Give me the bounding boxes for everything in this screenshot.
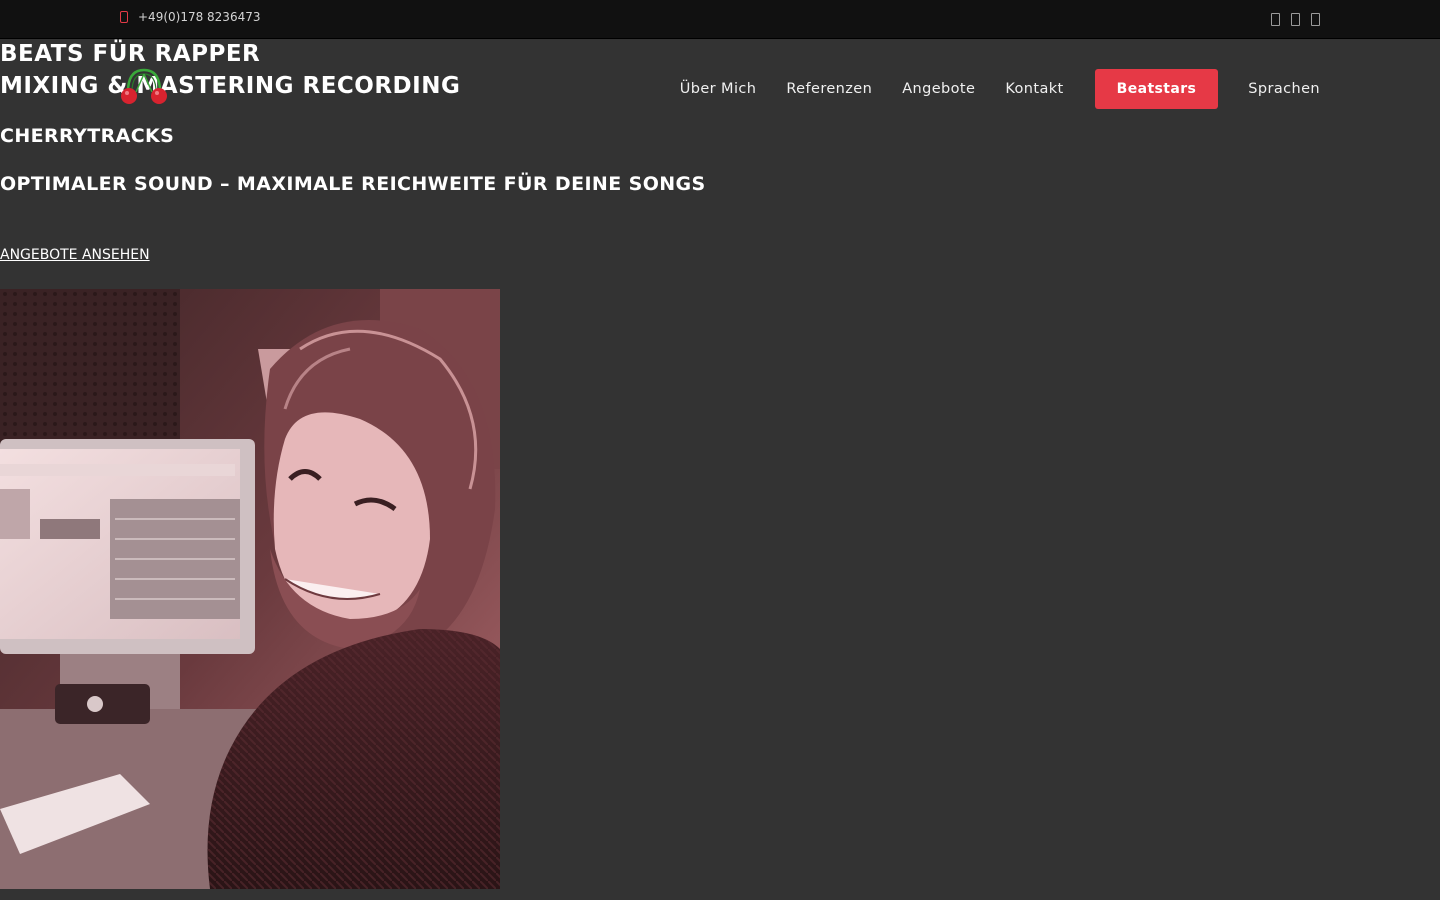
nav-item-referenzen[interactable]: Referenzen	[786, 81, 872, 97]
phone-number[interactable]: +49(0)178 8236473	[138, 10, 260, 24]
offers-link[interactable]: ANGEBOTE ANSEHEN	[0, 247, 150, 263]
nav-item-kontakt[interactable]: Kontakt	[1005, 81, 1063, 97]
facebook-icon[interactable]	[1271, 13, 1280, 26]
tagline-heading: OPTIMALER SOUND – MAXIMALE REICHWEITE FÜ…	[0, 173, 706, 195]
youtube-icon[interactable]	[1311, 13, 1320, 26]
social-links	[1271, 13, 1320, 26]
cherry-headphones-logo[interactable]	[118, 66, 170, 108]
beatstars-button[interactable]: Beatstars	[1094, 69, 1219, 109]
nav-item-ueber-mich[interactable]: Über Mich	[680, 81, 757, 97]
top-bar: +49(0)178 8236473	[0, 0, 1440, 39]
brand-title-line2[interactable]: MIXING & MASTERING RECORDING	[0, 73, 460, 99]
instagram-icon[interactable]	[1291, 13, 1300, 26]
phone-icon	[120, 11, 128, 23]
main-nav: Über Mich Referenzen Angebote Kontakt Be…	[680, 69, 1320, 109]
brand-title-line1[interactable]: BEATS FÜR RAPPER	[0, 41, 260, 67]
nav-item-angebote[interactable]: Angebote	[902, 81, 975, 97]
phone-contact[interactable]: +49(0)178 8236473	[120, 10, 260, 24]
studio-portrait-image	[0, 289, 500, 889]
language-menu[interactable]: Sprachen	[1248, 81, 1320, 97]
site-name-heading: CHERRYTRACKS	[0, 125, 175, 147]
